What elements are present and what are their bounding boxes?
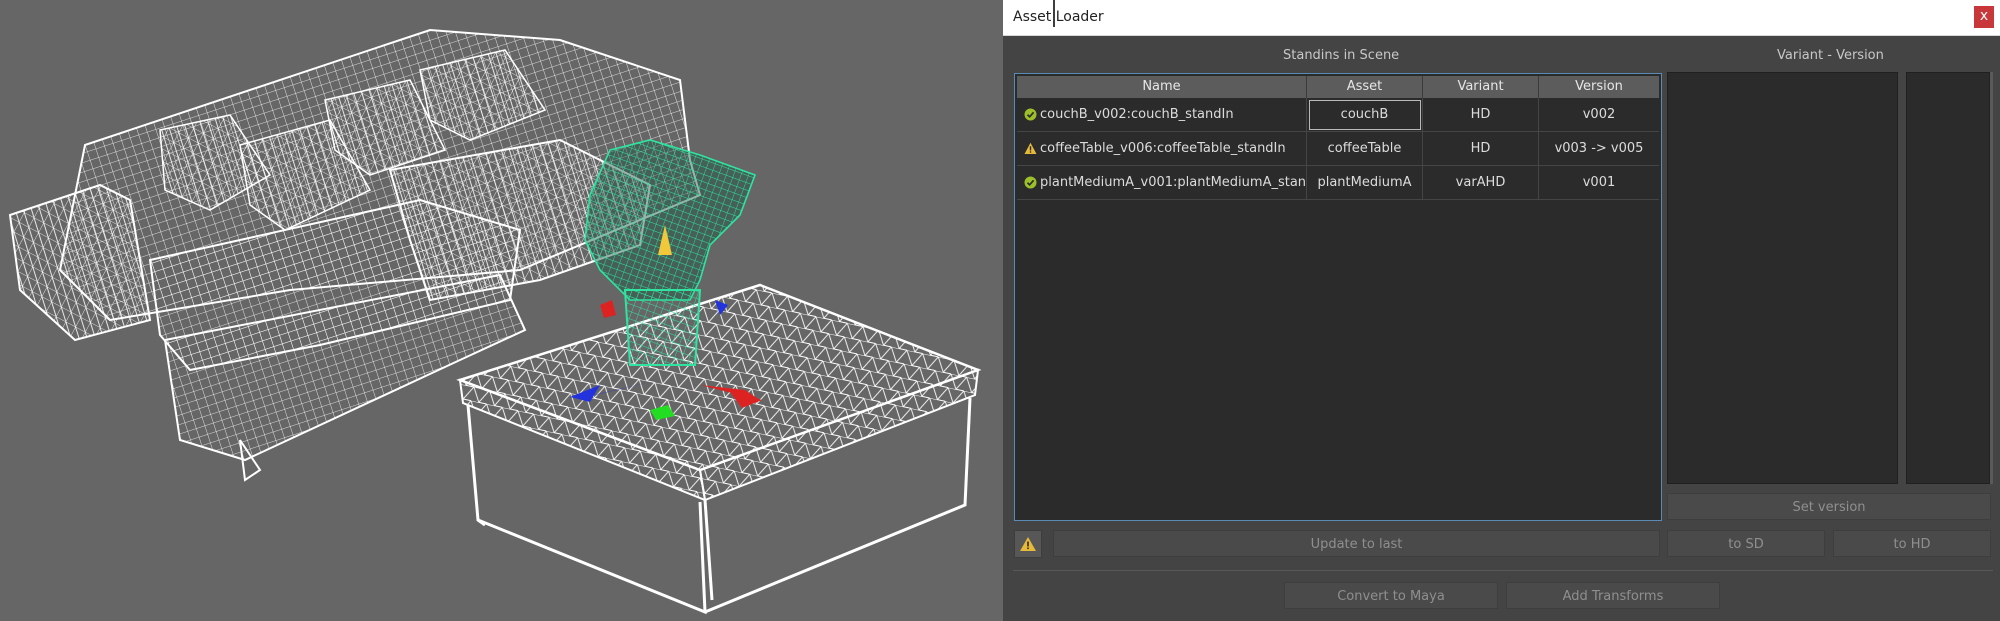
- update-to-last-button[interactable]: Update to last: [1053, 530, 1660, 557]
- window-title: Asset Loader: [1013, 9, 1104, 25]
- title-bar[interactable]: Asset Loader x: [1003, 0, 2000, 36]
- to-hd-button[interactable]: to HD: [1833, 530, 1991, 557]
- table-row[interactable]: couchB_v002:couchB_standIn couchB HD v00…: [1017, 98, 1659, 132]
- cell-asset[interactable]: couchB: [1307, 98, 1423, 132]
- cell-version: v001: [1582, 175, 1616, 190]
- column-header-asset[interactable]: Asset: [1307, 76, 1423, 98]
- cell-variant: varAHD: [1423, 166, 1539, 200]
- cell-variant: HD: [1423, 132, 1539, 166]
- column-header-variant[interactable]: Variant: [1423, 76, 1539, 98]
- scrollbar[interactable]: [1990, 72, 1993, 484]
- variant-list[interactable]: [1667, 72, 1898, 484]
- convert-to-maya-button[interactable]: Convert to Maya: [1284, 582, 1498, 609]
- close-button[interactable]: x: [1974, 6, 1994, 28]
- to-sd-button[interactable]: to SD: [1667, 530, 1825, 557]
- add-transforms-button[interactable]: Add Transforms: [1506, 582, 1720, 609]
- set-version-button[interactable]: Set version: [1667, 493, 1991, 520]
- 3d-viewport[interactable]: [0, 0, 1003, 621]
- wireframe-scene: [8, 28, 982, 615]
- table-row[interactable]: plantMediumA_v001:plantMediumA_stan... p…: [1017, 166, 1659, 200]
- cell-name: couchB_v002:couchB_standIn: [1017, 98, 1307, 132]
- asset-loader-window: Asset Loader x Standins in Scene Variant…: [1003, 0, 2000, 621]
- update-to-last-button-shadow: [1053, 0, 1055, 27]
- version-list[interactable]: [1906, 72, 1990, 484]
- cell-name: plantMediumA_v001:plantMediumA_stan...: [1017, 166, 1307, 200]
- table-row[interactable]: coffeeTable_v006:coffeeTable_standIn cof…: [1017, 132, 1659, 166]
- cell-version: v002: [1582, 107, 1616, 122]
- column-header-version[interactable]: Version: [1539, 76, 1659, 98]
- variant-version-section-label: Variant - Version: [1777, 48, 1884, 63]
- cell-asset[interactable]: plantMediumA: [1307, 166, 1423, 200]
- divider: [1013, 570, 1993, 571]
- warning-icon: [1020, 537, 1036, 551]
- cell-name: coffeeTable_v006:coffeeTable_standIn: [1017, 132, 1307, 166]
- coffee-table-mesh: [456, 283, 982, 615]
- standins-section-label: Standins in Scene: [1283, 48, 1400, 63]
- cell-version: v003 -> v005: [1554, 141, 1644, 156]
- cell-variant: HD: [1423, 98, 1539, 132]
- column-header-name[interactable]: Name: [1017, 76, 1307, 98]
- warning-button[interactable]: [1014, 530, 1042, 558]
- cell-asset[interactable]: coffeeTable: [1307, 132, 1423, 166]
- table-header: Name Asset Variant Version: [1017, 76, 1659, 98]
- standins-table[interactable]: Name Asset Variant Version couchB_v002:c…: [1014, 73, 1662, 521]
